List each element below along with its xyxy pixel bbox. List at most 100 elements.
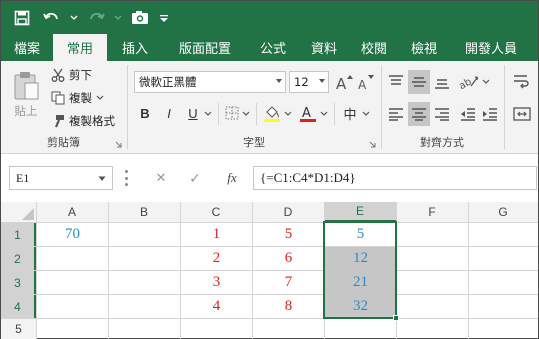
tab-home[interactable]: 常用 xyxy=(53,34,107,61)
save-icon[interactable] xyxy=(9,5,35,31)
tab-view[interactable]: 檢視 xyxy=(399,34,449,61)
redo-icon[interactable] xyxy=(83,5,109,31)
cell-c4[interactable]: 4 xyxy=(181,295,252,318)
select-all-corner[interactable] xyxy=(1,202,36,222)
camera-icon[interactable] xyxy=(127,5,153,31)
tab-file[interactable]: 檔案 xyxy=(1,34,53,61)
chevron-down-icon[interactable] xyxy=(242,111,250,117)
row-header-2[interactable]: 2 xyxy=(1,247,36,270)
gridline xyxy=(468,202,469,339)
underline-button[interactable]: U xyxy=(184,103,202,123)
undo-icon[interactable] xyxy=(39,5,65,31)
row-header-4[interactable]: 4 xyxy=(1,295,36,318)
bottom-align-button[interactable] xyxy=(432,71,452,93)
align-top-icon xyxy=(389,75,403,85)
align-left-button[interactable] xyxy=(386,103,406,125)
gridline xyxy=(108,202,109,339)
cell-d4[interactable]: 8 xyxy=(253,295,324,318)
cell-d3[interactable]: 7 xyxy=(253,271,324,294)
bold-button[interactable]: B xyxy=(136,103,154,123)
font-color-button[interactable]: A xyxy=(298,103,318,123)
cut-button[interactable]: 剪下 xyxy=(51,66,92,84)
formula-bar: E1 ✕ ✓ fx {=C1:C4*D1:D4} xyxy=(1,154,538,202)
chevron-down-icon[interactable] xyxy=(482,79,490,85)
cell-c2[interactable]: 2 xyxy=(181,247,252,270)
border-icon xyxy=(225,106,239,120)
formula-buttons: ✕ ✓ fx xyxy=(143,166,253,190)
column-header-b[interactable]: B xyxy=(108,202,180,222)
divider xyxy=(334,103,335,125)
tab-page-layout[interactable]: 版面配置 xyxy=(163,34,247,61)
column-header-f[interactable]: F xyxy=(396,202,468,222)
phonetic-guide-button[interactable]: 中 xyxy=(340,103,360,123)
dialog-launcher-icon[interactable] xyxy=(115,141,122,148)
name-box[interactable]: E1 xyxy=(9,166,113,190)
copy-button[interactable]: 複製 xyxy=(51,89,104,107)
undo-dropdown-icon[interactable] xyxy=(69,5,79,31)
orientation-button[interactable]: ab xyxy=(458,71,480,93)
fill-color-button[interactable] xyxy=(262,103,282,123)
enter-button[interactable]: ✓ xyxy=(185,168,205,188)
more-options-icon[interactable] xyxy=(125,170,128,186)
divider xyxy=(218,103,219,125)
indent-icon xyxy=(483,108,497,121)
cell-d1[interactable]: 5 xyxy=(253,223,324,246)
chevron-down-icon[interactable] xyxy=(204,111,212,117)
row-header-1[interactable]: 1 xyxy=(1,223,36,246)
tab-developer[interactable]: 開發人員 xyxy=(449,34,533,61)
alignment-group-label: 對齊方式 xyxy=(420,136,464,149)
ribbon: 貼上 剪下 複製 複製格式 剪貼簿 微軟正黑體 12 A A B I U A 中… xyxy=(1,61,538,154)
tab-insert[interactable]: 插入 xyxy=(107,34,163,61)
formula-input[interactable]: {=C1:C4*D1:D4} xyxy=(253,166,537,190)
cell-c3[interactable]: 3 xyxy=(181,271,252,294)
cell-a1[interactable]: 70 xyxy=(37,223,108,246)
font-name-select[interactable]: 微軟正黑體 xyxy=(134,71,286,93)
row-header-3[interactable]: 3 xyxy=(1,271,36,294)
customize-quick-access-icon[interactable] xyxy=(157,5,171,31)
clipboard-group-label: 剪貼簿 xyxy=(47,136,80,149)
tab-data[interactable]: 資料 xyxy=(299,34,349,61)
decrease-font-size-button[interactable]: A xyxy=(356,72,376,92)
chevron-down-icon[interactable] xyxy=(362,111,370,117)
chevron-down-icon[interactable] xyxy=(320,111,328,117)
italic-button[interactable]: I xyxy=(160,103,178,123)
spreadsheet-grid: A B C D E F G 1 2 3 4 5 70 1 2 3 4 5 6 7… xyxy=(1,202,538,339)
column-header-e[interactable]: E xyxy=(324,202,396,222)
divider xyxy=(256,103,257,125)
row-header-5[interactable]: 5 xyxy=(1,319,36,339)
fill-handle[interactable] xyxy=(393,315,399,321)
ribbon-tabs: 檔案 常用 插入 版面配置 公式 資料 校閱 檢視 開發人員 xyxy=(1,34,538,61)
align-right-button[interactable] xyxy=(432,103,452,125)
merge-center-button[interactable] xyxy=(511,103,533,125)
chevron-down-icon[interactable] xyxy=(284,111,292,117)
top-align-button[interactable] xyxy=(386,71,406,93)
format-painter-button[interactable]: 複製格式 xyxy=(51,112,115,130)
wrap-text-button[interactable] xyxy=(511,71,533,93)
svg-text:A: A xyxy=(302,106,311,121)
font-name-value: 微軟正黑體 xyxy=(139,75,197,89)
cell-d2[interactable]: 6 xyxy=(253,247,324,270)
insert-function-button[interactable]: fx xyxy=(221,168,243,188)
dialog-launcher-icon[interactable] xyxy=(369,141,376,148)
redo-dropdown-icon[interactable] xyxy=(113,5,123,31)
svg-text:A: A xyxy=(336,75,347,90)
align-center-button[interactable] xyxy=(408,102,430,126)
font-size-select[interactable]: 12 xyxy=(289,71,329,93)
increase-font-size-button[interactable]: A xyxy=(334,72,354,92)
chevron-down-icon xyxy=(96,95,104,100)
tab-formulas[interactable]: 公式 xyxy=(247,34,299,61)
cancel-button[interactable]: ✕ xyxy=(151,168,171,188)
column-header-g[interactable]: G xyxy=(468,202,538,222)
cell-c1[interactable]: 1 xyxy=(181,223,252,246)
column-header-a[interactable]: A xyxy=(36,202,108,222)
copy-label: 複製 xyxy=(69,91,92,105)
column-header-d[interactable]: D xyxy=(252,202,324,222)
paste-button[interactable]: 貼上 xyxy=(9,67,43,123)
tab-review[interactable]: 校閱 xyxy=(349,34,399,61)
middle-align-button[interactable] xyxy=(408,70,430,94)
column-header-c[interactable]: C xyxy=(180,202,252,222)
borders-button[interactable] xyxy=(224,104,240,122)
chevron-down-icon xyxy=(98,176,106,181)
decrease-indent-button[interactable] xyxy=(458,103,478,125)
increase-indent-button[interactable] xyxy=(480,103,500,125)
